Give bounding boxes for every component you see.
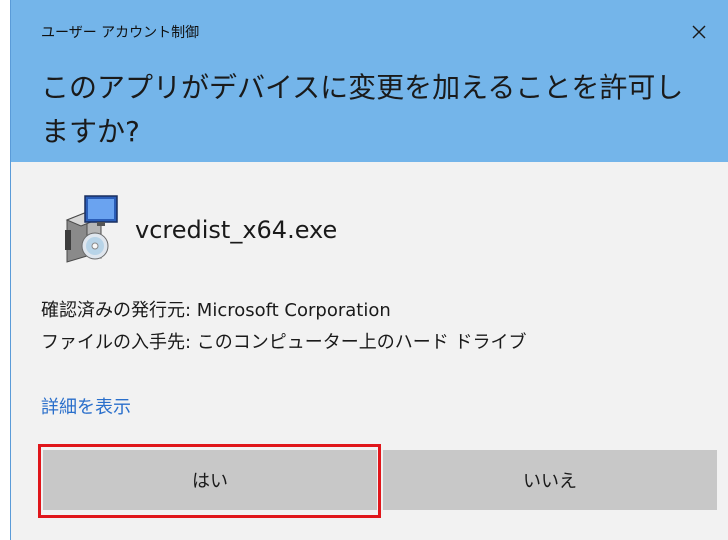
no-button[interactable]: いいえ	[383, 450, 717, 510]
close-button[interactable]	[681, 14, 717, 50]
uac-dialog: ユーザー アカウント制御 このアプリがデバイスに変更を加えることを許可しますか?	[10, 0, 728, 540]
installer-package-icon	[61, 194, 121, 264]
yes-button[interactable]: はい	[43, 450, 377, 510]
file-origin-info: ファイルの入手先: このコンピューター上のハード ドライブ	[41, 332, 527, 353]
window-title: ユーザー アカウント制御	[41, 25, 200, 41]
close-icon	[692, 25, 706, 39]
dialog-header: ユーザー アカウント制御 このアプリがデバイスに変更を加えることを許可しますか?	[11, 0, 728, 162]
prompt-question: このアプリがデバイスに変更を加えることを許可しますか?	[41, 71, 684, 148]
publisher-info: 確認済みの発行元: Microsoft Corporation	[41, 300, 391, 321]
show-details-link[interactable]: 詳細を表示	[41, 393, 131, 419]
program-file-name: vcredist_x64.exe	[135, 216, 338, 244]
